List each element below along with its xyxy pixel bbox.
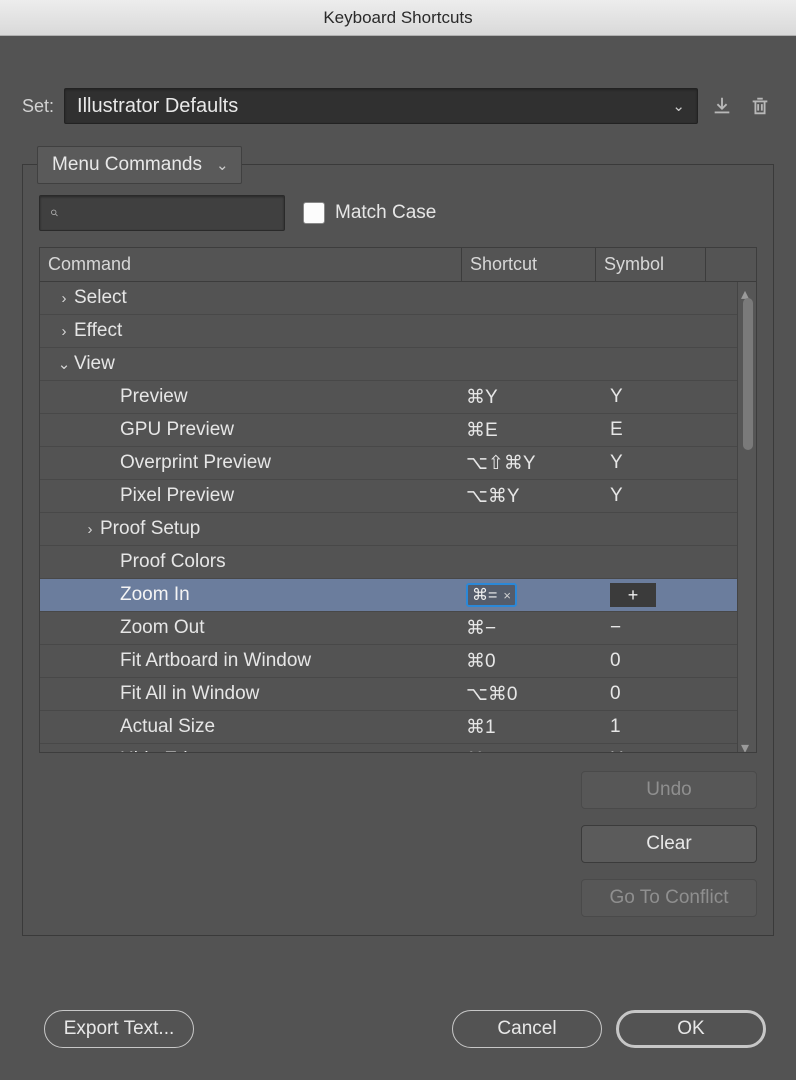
tree-item-row[interactable]: Fit Artboard in Window ⌘0 0	[40, 645, 756, 678]
row-label: Proof Colors	[120, 551, 226, 573]
category-select[interactable]: Menu Commands ⌄	[37, 146, 242, 184]
row-label: Actual Size	[120, 716, 215, 738]
row-label: Fit Artboard in Window	[120, 650, 311, 672]
shortcut-text: ⌘0	[466, 650, 496, 673]
symbol-edit-field[interactable]: +	[610, 583, 656, 607]
chevron-down-icon[interactable]: ⌄	[54, 355, 74, 373]
column-symbol[interactable]: Symbol	[596, 248, 706, 281]
save-set-button[interactable]	[708, 92, 736, 120]
shortcut-grid: Command Shortcut Symbol ▴ ▾ ›Select›Effe…	[39, 247, 757, 753]
chevron-right-icon[interactable]: ›	[54, 290, 74, 307]
row-label: Zoom In	[120, 584, 190, 606]
row-label: Preview	[120, 386, 188, 408]
tree-group-row[interactable]: ⌄View	[40, 348, 756, 381]
symbol-text: −	[610, 617, 621, 639]
symbol-text: 1	[610, 716, 621, 738]
category-select-value: Menu Commands	[52, 154, 202, 176]
tree-item-row[interactable]: Overprint Preview ⌥⇧⌘Y Y	[40, 447, 756, 480]
row-label: Fit All in Window	[120, 683, 259, 705]
shortcut-text: ⌘1	[466, 716, 496, 739]
tree-item-row[interactable]: Pixel Preview ⌥⌘Y Y	[40, 480, 756, 513]
chevron-down-icon: ⌄	[216, 156, 229, 174]
row-label: View	[74, 353, 115, 375]
grid-body[interactable]: ▴ ▾ ›Select›Effect⌄ViewPreview⌘YYGPU Pre…	[40, 282, 756, 752]
tree-item-row[interactable]: Fit All in Window ⌥⌘0 0	[40, 678, 756, 711]
column-shortcut[interactable]: Shortcut	[462, 248, 596, 281]
row-label: Pixel Preview	[120, 485, 234, 507]
symbol-text: 0	[610, 683, 621, 705]
scrollbar-thumb[interactable]	[743, 298, 753, 450]
ok-button[interactable]: OK	[616, 1010, 766, 1048]
search-input[interactable]	[67, 204, 274, 222]
tree-item-row[interactable]: GPU Preview ⌘E E	[40, 414, 756, 447]
shortcut-text: ⌘E	[466, 419, 498, 442]
tree-group-row[interactable]: ›Effect	[40, 315, 756, 348]
shortcut-edit-field[interactable]: ⌘=×	[466, 583, 517, 607]
symbol-text: E	[610, 419, 623, 441]
cancel-button[interactable]: Cancel	[452, 1010, 602, 1048]
symbol-text: Y	[610, 386, 623, 408]
undo-button[interactable]: Undo	[581, 771, 757, 809]
tree-item-row[interactable]: Zoom In ⌘=× +	[40, 579, 756, 612]
set-select[interactable]: Illustrator Defaults ⌄	[64, 88, 698, 124]
chevron-down-icon: ⌄	[672, 97, 685, 115]
symbol-text: Y	[610, 452, 623, 474]
chevron-right-icon[interactable]: ›	[54, 323, 74, 340]
tree-item-row[interactable]: Hide Edges ⌘H H	[40, 744, 756, 752]
window-titlebar: Keyboard Shortcuts	[0, 0, 796, 36]
grid-header: Command Shortcut Symbol	[40, 248, 756, 282]
row-label: Zoom Out	[120, 617, 204, 639]
symbol-text: Y	[610, 485, 623, 507]
shortcut-text: ⌥⇧⌘Y	[466, 452, 536, 475]
match-case-label: Match Case	[335, 202, 436, 224]
tree-group-row[interactable]: ›Proof Setup	[40, 513, 756, 546]
set-select-value: Illustrator Defaults	[77, 95, 238, 118]
scroll-down-arrow[interactable]: ▾	[741, 738, 753, 750]
row-label: Select	[74, 287, 127, 309]
clear-button[interactable]: Clear	[581, 825, 757, 863]
match-case-checkbox[interactable]	[303, 202, 325, 224]
row-label: GPU Preview	[120, 419, 234, 441]
shortcut-text: ⌘H	[466, 749, 499, 753]
shortcut-text: ⌥⌘0	[466, 683, 517, 706]
shortcuts-panel: Menu Commands ⌄ Match Case Command Short…	[22, 164, 774, 936]
symbol-text: H	[610, 749, 624, 752]
column-command[interactable]: Command	[40, 248, 462, 281]
window-title: Keyboard Shortcuts	[323, 8, 472, 27]
row-label: Overprint Preview	[120, 452, 271, 474]
row-label: Effect	[74, 320, 122, 342]
tree-item-row[interactable]: Actual Size ⌘1 1	[40, 711, 756, 744]
row-label: Proof Setup	[100, 518, 200, 540]
tree-item-row[interactable]: Preview ⌘Y Y	[40, 381, 756, 414]
go-to-conflict-button[interactable]: Go To Conflict	[581, 879, 757, 917]
set-label: Set:	[22, 96, 54, 117]
shortcut-text: ⌘−	[466, 617, 496, 640]
scroll-up-arrow[interactable]: ▴	[741, 284, 753, 296]
tree-item-row[interactable]: Proof Colors	[40, 546, 756, 579]
search-icon	[50, 204, 59, 222]
shortcut-text: ⌥⌘Y	[466, 485, 520, 508]
shortcut-text: ⌘Y	[466, 386, 498, 409]
delete-set-button[interactable]	[746, 92, 774, 120]
clear-shortcut-icon[interactable]: ×	[503, 588, 511, 603]
symbol-text: 0	[610, 650, 621, 672]
search-input-container[interactable]	[39, 195, 285, 231]
tree-item-row[interactable]: Zoom Out ⌘− −	[40, 612, 756, 645]
row-label: Hide Edges	[120, 749, 218, 752]
tree-group-row[interactable]: ›Select	[40, 282, 756, 315]
chevron-right-icon[interactable]: ›	[80, 521, 100, 538]
export-text-button[interactable]: Export Text...	[44, 1010, 194, 1048]
